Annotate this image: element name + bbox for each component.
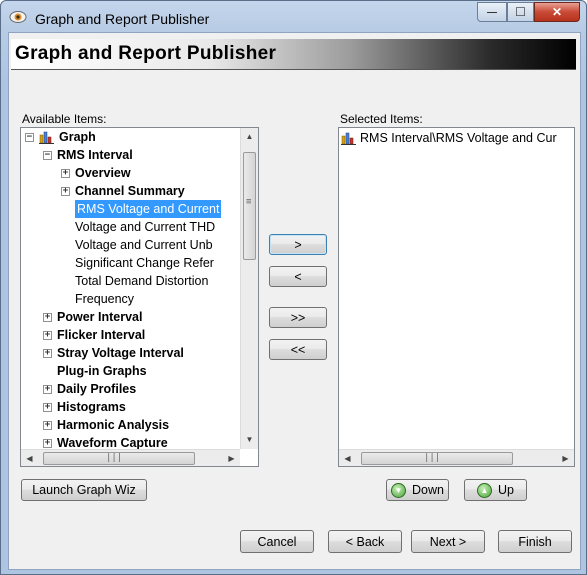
tree-item-label: Overview [75, 166, 131, 180]
grip-icon: ≡ [246, 197, 252, 207]
maximize-button[interactable]: ☐ [507, 2, 534, 22]
tree-item[interactable]: Voltage and Current THD [21, 218, 239, 236]
tree-item-label: Voltage and Current Unb [75, 238, 213, 252]
close-icon: ✕ [551, 5, 563, 19]
tree-item[interactable]: Plug-in Graphs [21, 362, 239, 380]
tree-item-label: Graph [59, 130, 96, 144]
expand-icon[interactable]: + [43, 313, 52, 322]
available-hscroll-thumb[interactable]: ||| [43, 452, 195, 465]
header-banner: Graph and Report Publisher [11, 39, 576, 70]
tree-item-label: Channel Summary [75, 184, 185, 198]
expand-icon[interactable]: + [43, 385, 52, 394]
expand-icon[interactable]: + [43, 331, 52, 340]
tree-item-label: Stray Voltage Interval [57, 346, 184, 360]
tree-item-label: RMS Interval [57, 148, 133, 162]
minimize-button[interactable]: — [477, 2, 507, 22]
tree-item[interactable]: + Power Interval [21, 308, 239, 326]
window-title: Graph and Report Publisher [35, 11, 210, 27]
down-arrow-icon: ▼ [391, 482, 407, 498]
collapse-icon[interactable]: − [43, 151, 52, 160]
dialog-client-area: Graph and Report Publisher Available Ite… [8, 32, 581, 570]
tree-item[interactable]: Significant Change Refer [21, 254, 239, 272]
add-all-button[interactable]: >> [269, 307, 327, 328]
remove-item-button[interactable]: < [269, 266, 327, 287]
banner-title: Graph and Report Publisher [15, 43, 277, 64]
scroll-right-arrow-icon[interactable]: ▶ [223, 450, 240, 466]
tree-item-label: Significant Change Refer [75, 256, 214, 270]
available-vertical-scrollbar[interactable]: ▲ ≡ ▼ [240, 128, 258, 449]
cancel-button[interactable]: Cancel [240, 530, 314, 553]
selected-items-label: Selected Items: [340, 112, 423, 126]
move-down-button[interactable]: ▼ Down [386, 479, 449, 501]
tree-item[interactable]: Voltage and Current Unb [21, 236, 239, 254]
up-arrow-icon: ▲ [477, 482, 492, 498]
scroll-down-arrow-icon[interactable]: ▼ [241, 431, 258, 448]
tree-item[interactable]: + Channel Summary [21, 182, 239, 200]
tree-item[interactable]: + Overview [21, 164, 239, 182]
tree-item[interactable]: + Harmonic Analysis [21, 416, 239, 434]
collapse-icon[interactable]: − [25, 133, 34, 142]
tree-item[interactable]: Total Demand Distortion [21, 272, 239, 290]
tree-item[interactable]: + Histograms [21, 398, 239, 416]
chart-icon [39, 131, 54, 144]
grip-icon: ||| [424, 453, 441, 463]
scroll-left-arrow-icon[interactable]: ◀ [21, 450, 38, 466]
expand-icon[interactable]: + [43, 403, 52, 412]
app-eye-icon [9, 11, 27, 23]
tree-item[interactable]: − RMS Interval [21, 146, 239, 164]
close-button[interactable]: ✕ [534, 2, 580, 22]
move-up-button[interactable]: ▲ Up [464, 479, 527, 501]
tree-item[interactable]: + Daily Profiles [21, 380, 239, 398]
tree-item-label: RMS Voltage and Current [75, 200, 222, 218]
minimize-icon: — [487, 6, 497, 18]
maximize-icon: ☐ [515, 5, 526, 19]
chart-icon [341, 132, 356, 145]
finish-button[interactable]: Finish [498, 530, 572, 553]
tree-item-label: Daily Profiles [57, 382, 137, 396]
expand-icon[interactable]: + [43, 349, 52, 358]
tree-item[interactable]: − Graph [21, 128, 239, 146]
tree-item-label: Plug-in Graphs [57, 364, 147, 378]
add-item-button[interactable]: > [269, 234, 327, 255]
tree-item-label: Histograms [57, 400, 126, 414]
tree-item[interactable]: + Stray Voltage Interval [21, 344, 239, 362]
tree-item-label: Power Interval [57, 310, 143, 324]
selected-horizontal-scrollbar[interactable]: ◀ ||| ▶ [339, 449, 574, 466]
expand-icon[interactable]: + [61, 169, 70, 178]
available-items-tree[interactable]: − Graph − RMS Interval + Overview + Channel Sum… [20, 127, 259, 467]
back-button[interactable]: < Back [328, 530, 402, 553]
tree-item[interactable]: Frequency [21, 290, 239, 308]
down-button-label: Down [412, 483, 444, 497]
expand-icon[interactable]: + [43, 439, 52, 448]
tree-item[interactable]: + Flicker Interval [21, 326, 239, 344]
tree-item-label: Total Demand Distortion [75, 274, 209, 288]
tree-item-label: Flicker Interval [57, 328, 146, 342]
tree-item-label: Harmonic Analysis [57, 418, 170, 432]
tree-item-label: Frequency [75, 292, 135, 306]
selected-hscroll-thumb[interactable]: ||| [361, 452, 513, 465]
available-items-label: Available Items: [22, 112, 107, 126]
scroll-left-arrow-icon[interactable]: ◀ [339, 450, 356, 466]
expand-icon[interactable]: + [43, 421, 52, 430]
next-button[interactable]: Next > [411, 530, 485, 553]
up-button-label: Up [498, 483, 514, 497]
available-scroll-thumb[interactable]: ≡ [243, 152, 256, 260]
selected-item-label: RMS Interval\RMS Voltage and Cur [360, 131, 557, 145]
expand-icon[interactable]: + [61, 187, 70, 196]
tree-item[interactable]: RMS Voltage and Current [21, 200, 239, 218]
scroll-up-arrow-icon[interactable]: ▲ [241, 128, 258, 145]
available-horizontal-scrollbar[interactable]: ◀ ||| ▶ [21, 449, 240, 466]
selected-items-list[interactable]: RMS Interval\RMS Voltage and Cur ◀ ||| ▶ [338, 127, 575, 467]
grip-icon: ||| [106, 453, 123, 463]
tree-item-label: Voltage and Current THD [75, 220, 216, 234]
remove-all-button[interactable]: << [269, 339, 327, 360]
title-bar[interactable]: Graph and Report Publisher — ☐ ✕ [1, 1, 586, 35]
scroll-right-arrow-icon[interactable]: ▶ [557, 450, 574, 466]
publisher-window: Graph and Report Publisher — ☐ ✕ Graph a… [0, 0, 587, 575]
launch-graph-wiz-button[interactable]: Launch Graph Wiz [21, 479, 147, 501]
